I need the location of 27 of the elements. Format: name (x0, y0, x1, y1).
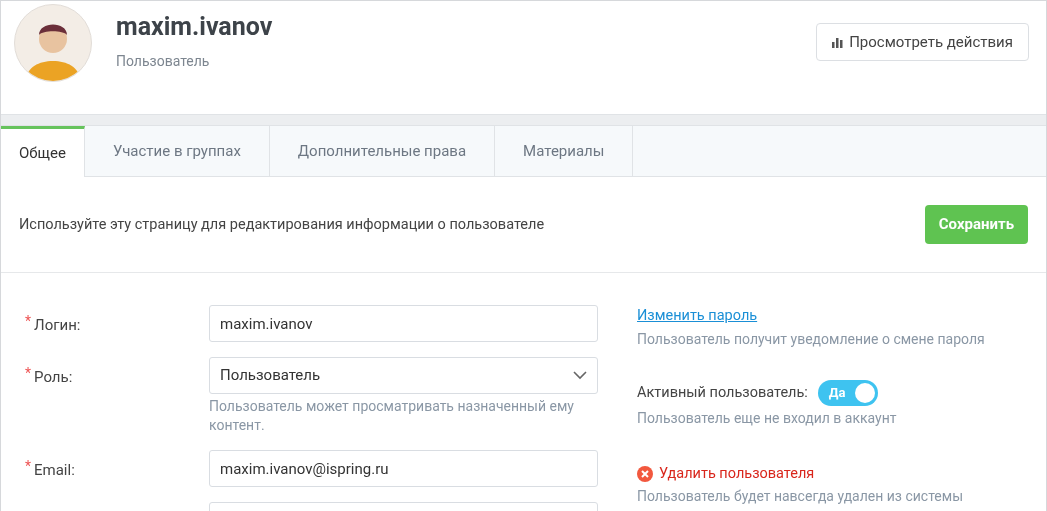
view-actions-button[interactable]: Просмотреть действия (816, 23, 1029, 61)
tab[interactable]: Участие в группах (84, 126, 270, 176)
change-password-link[interactable]: Изменить пароль (637, 305, 758, 327)
delete-hint: Пользователь будет навсегда удален из системы (637, 486, 965, 506)
required-mark: * (25, 314, 32, 328)
close-circle-icon (637, 465, 653, 482)
field-label: Логин: (34, 315, 81, 336)
field-label: Роль: (34, 367, 73, 388)
bar-chart-icon (832, 36, 844, 48)
tab[interactable]: Общее (1, 126, 85, 177)
text-field[interactable]: maxim.ivanov (209, 305, 598, 342)
active-user-label: Активный пользователь: (637, 382, 808, 403)
active-hint: Пользователь еще не входил в аккаунт (637, 408, 898, 428)
required-mark: * (25, 366, 32, 380)
tab[interactable]: Дополнительные права (269, 126, 496, 176)
intro-text: Используйте эту страницу для редактирования информации о пользователе (19, 214, 545, 235)
user-role: Пользователь (116, 52, 211, 71)
delete-user-link[interactable]: Удалить пользователя (659, 462, 815, 485)
field-hint: Пользователь может просматривать назначенный ему контент. (209, 397, 575, 435)
chevron-down-icon (573, 371, 587, 380)
password-hint: Пользователь получит уведомление о смене пароля (637, 329, 985, 349)
text-field[interactable]: maxim.ivanov@ispring.ru (209, 450, 598, 487)
username-title: maxim.ivanov (116, 12, 273, 42)
required-mark: * (25, 459, 32, 473)
tab[interactable]: Материалы (495, 126, 634, 176)
role-select[interactable]: Пользователь (209, 357, 598, 394)
field-label: Email: (34, 460, 75, 481)
